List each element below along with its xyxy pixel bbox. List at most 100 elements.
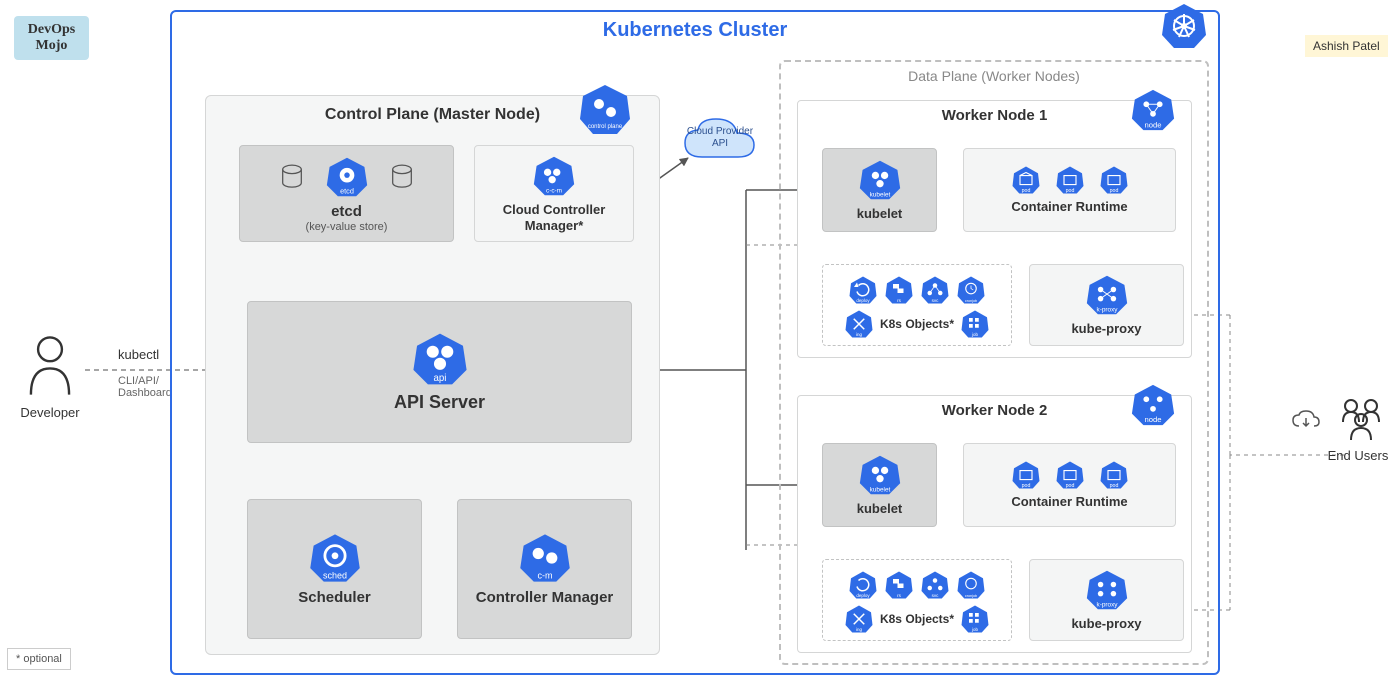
kube-proxy-icon: k-proxy (1085, 273, 1129, 317)
etcd-title: etcd (331, 203, 362, 221)
rs-icon: rs (884, 570, 914, 600)
cloud-api-shape: Cloud Provider API (679, 113, 761, 172)
k8s-objects-label: K8s Objects* (880, 317, 954, 331)
job-icon: job (960, 309, 990, 339)
svg-text:pod: pod (1109, 188, 1118, 194)
svg-text:control plane: control plane (588, 124, 623, 130)
kube-proxy-box-2: k-proxy kube-proxy (1029, 559, 1184, 641)
cloud-api-label: Cloud Provider API (679, 126, 761, 149)
svg-text:kubelet: kubelet (869, 487, 890, 494)
cloud-controller-manager-box: c-c-m Cloud Controller Manager* (474, 145, 634, 242)
kube-proxy-icon: k-proxy (1085, 568, 1129, 612)
optional-note: * optional (7, 648, 71, 670)
database-icon (391, 164, 413, 190)
ing-icon: ing (844, 309, 874, 339)
k8s-objects-box-1: deploy rs svc cronjob ing K8s Objects* j… (822, 264, 1012, 346)
ccm-title: Cloud Controller Manager* (475, 202, 633, 233)
svg-text:job: job (971, 627, 979, 632)
kube-proxy-title: kube-proxy (1071, 616, 1141, 632)
etcd-subtitle: (key-value store) (306, 221, 388, 233)
svg-text:pod: pod (1109, 483, 1118, 489)
svg-text:k-proxy: k-proxy (1096, 602, 1118, 609)
svc-icon: svc (920, 275, 950, 305)
ing-icon: ing (844, 604, 874, 634)
api-server-box: api API Server (247, 301, 632, 443)
cronjob-icon: cronjob (956, 570, 986, 600)
node-badge-icon: node (1130, 87, 1176, 138)
cluster-title: Kubernetes Cluster (172, 19, 1218, 42)
svg-text:ing: ing (856, 332, 863, 337)
svg-text:cronjob: cronjob (965, 594, 977, 598)
svg-text:etcd: etcd (340, 186, 354, 195)
container-runtime-title: Container Runtime (1011, 199, 1127, 215)
scheduler-box: sched Scheduler (247, 499, 422, 639)
svg-text:c-m: c-m (537, 570, 552, 580)
kubelet-title: kubelet (857, 206, 903, 222)
cloud-download-icon (1291, 410, 1321, 437)
end-users-icon (1328, 396, 1394, 447)
svc-icon: svc (920, 570, 950, 600)
svg-text:sched: sched (322, 570, 346, 580)
cli-api-label: CLI/API/ Dashboard (118, 375, 172, 399)
control-plane-badge-icon: control plane (577, 82, 633, 143)
kubelet-icon: kubelet (858, 158, 902, 202)
svg-text:node: node (1144, 120, 1161, 129)
svg-text:pod: pod (1065, 483, 1074, 489)
controller-manager-icon: c-m (518, 531, 572, 585)
cronjob-icon: cronjob (956, 275, 986, 305)
svg-text:k-proxy: k-proxy (1096, 307, 1118, 314)
kubelet-box-1: kubelet kubelet (822, 148, 937, 232)
svg-text:pod: pod (1021, 483, 1030, 489)
svg-text:svc: svc (932, 298, 940, 303)
svg-text:svc: svc (932, 593, 940, 598)
kube-proxy-box-1: k-proxy kube-proxy (1029, 264, 1184, 346)
pod-icon: pod (1055, 460, 1085, 490)
svg-text:node: node (1144, 415, 1161, 424)
svg-text:job: job (971, 332, 979, 337)
pod-icon: pod (1011, 165, 1041, 195)
svg-text:c-c-m: c-c-m (546, 187, 562, 194)
svg-text:deploy: deploy (856, 298, 870, 303)
kubectl-label: kubectl (118, 347, 159, 362)
container-runtime-box-2: pod pod pod Container Runtime (963, 443, 1176, 527)
pod-icon: pod (1011, 460, 1041, 490)
api-server-title: API Server (394, 392, 485, 414)
svg-text:kubelet: kubelet (869, 192, 890, 199)
data-plane-title: Data Plane (Worker Nodes) (781, 68, 1207, 84)
api-icon: api (411, 330, 469, 388)
svg-text:deploy: deploy (856, 593, 870, 598)
svg-text:pod: pod (1021, 188, 1030, 194)
container-runtime-title: Container Runtime (1011, 494, 1127, 510)
etcd-box: etcd etcd (key-value store) (239, 145, 454, 242)
k8s-objects-label: K8s Objects* (880, 612, 954, 626)
kube-proxy-title: kube-proxy (1071, 321, 1141, 337)
container-runtime-box-1: pod pod pod Container Runtime (963, 148, 1176, 232)
k8s-objects-box-2: deploy rs svc cronjob ing K8s Objects* j… (822, 559, 1012, 641)
pod-icon: pod (1099, 460, 1129, 490)
database-icon (281, 164, 303, 190)
job-icon: job (960, 604, 990, 634)
kubelet-title: kubelet (857, 501, 903, 517)
svg-text:api: api (433, 373, 446, 384)
ccm-icon: c-c-m (532, 154, 576, 198)
deploy-icon: deploy (848, 275, 878, 305)
deploy-icon: deploy (848, 570, 878, 600)
node-badge-icon: node (1130, 382, 1176, 433)
controller-manager-box: c-m Controller Manager (457, 499, 632, 639)
developer-icon (20, 335, 80, 402)
scheduler-icon: sched (308, 531, 362, 585)
kubernetes-logo-icon (1160, 2, 1208, 55)
svg-text:pod: pod (1065, 188, 1074, 194)
pod-icon: pod (1099, 165, 1129, 195)
author-badge: Ashish Patel (1305, 35, 1388, 57)
svg-text:cronjob: cronjob (965, 299, 977, 303)
rs-icon: rs (884, 275, 914, 305)
kubelet-box-2: kubelet kubelet (822, 443, 937, 527)
scheduler-title: Scheduler (298, 589, 371, 607)
svg-text:ing: ing (856, 627, 863, 632)
etcd-icon: etcd (325, 155, 369, 199)
end-users-label: End Users (1318, 448, 1398, 463)
pod-icon: pod (1055, 165, 1085, 195)
developer-label: Developer (5, 405, 95, 420)
kubelet-icon: kubelet (858, 453, 902, 497)
